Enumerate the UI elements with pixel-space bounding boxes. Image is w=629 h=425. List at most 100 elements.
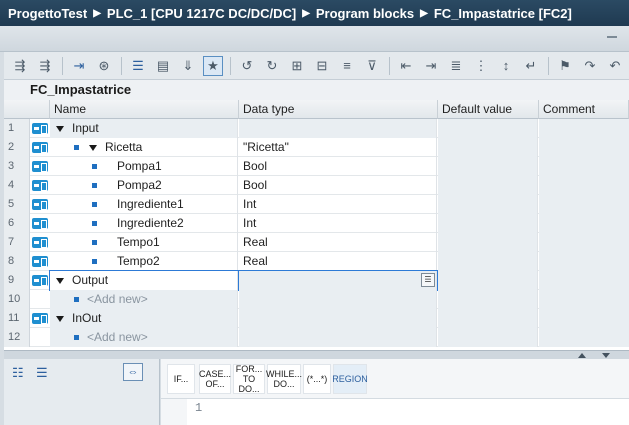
toggle-pane-icon[interactable]: ⇔ xyxy=(123,363,143,381)
table-row[interactable]: 6 Ingrediente2 Int xyxy=(4,214,629,233)
default-value-cell[interactable] xyxy=(438,328,538,347)
default-value-cell[interactable] xyxy=(438,290,538,309)
default-value-cell[interactable] xyxy=(438,271,538,290)
block-list-icon[interactable]: ▤ xyxy=(153,56,173,76)
column-header-name[interactable]: Name xyxy=(50,100,239,119)
default-value-cell[interactable] xyxy=(438,309,538,328)
data-type-cell[interactable] xyxy=(238,270,438,291)
comment-cell[interactable] xyxy=(539,119,629,138)
comment-cell[interactable] xyxy=(539,138,629,157)
table-row[interactable]: 11 InOut xyxy=(4,309,629,328)
sort-icon[interactable]: ↕ xyxy=(496,56,516,76)
outdent-icon[interactable]: ⇥ xyxy=(421,56,441,76)
palette-comment[interactable]: (*...*) xyxy=(303,364,331,394)
list-view-icon[interactable]: ☷ xyxy=(12,365,24,381)
palette-case[interactable]: CASE... OF... xyxy=(199,364,231,394)
indent-icon[interactable]: ⇤ xyxy=(396,56,416,76)
breadcrumb-project[interactable]: ProgettoTest xyxy=(8,6,87,21)
default-value-cell[interactable] xyxy=(438,214,538,233)
data-type-cell[interactable] xyxy=(239,309,437,328)
prev-bookmark-icon[interactable]: ↶ xyxy=(605,56,625,76)
default-value-cell[interactable] xyxy=(438,233,538,252)
name-cell[interactable]: Pompa1 xyxy=(50,157,238,176)
favorite-icon[interactable]: ★ xyxy=(203,55,223,76)
data-type-cell[interactable]: Int xyxy=(239,195,437,214)
table-row[interactable]: 9 Output ☰ xyxy=(4,270,629,291)
table-row[interactable]: 2 Ricetta "Ricetta" xyxy=(4,138,629,157)
format-icon[interactable]: ≡ xyxy=(337,56,357,76)
comment-cell[interactable] xyxy=(539,157,629,176)
tag-icon[interactable]: ⊞ xyxy=(287,56,307,76)
name-cell[interactable]: Pompa2 xyxy=(50,176,238,195)
collapse-up-icon[interactable] xyxy=(578,353,586,358)
filter-icon[interactable]: ⊽ xyxy=(362,56,382,76)
name-cell[interactable]: Input xyxy=(50,119,238,138)
name-cell[interactable]: Output xyxy=(49,270,239,291)
table-row[interactable]: 12 <Add new> xyxy=(4,328,629,347)
comment-cell[interactable] xyxy=(539,195,629,214)
name-cell[interactable]: <Add new> xyxy=(50,290,238,309)
comment-cell[interactable] xyxy=(539,252,629,271)
go-to-definition-icon[interactable]: ⇥ xyxy=(69,56,89,76)
default-value-cell[interactable] xyxy=(438,252,538,271)
table-row[interactable]: 4 Pompa2 Bool xyxy=(4,176,629,195)
data-type-cell[interactable]: Bool xyxy=(239,157,437,176)
column-header-data-type[interactable]: Data type xyxy=(239,100,438,119)
table-row[interactable]: 7 Tempo1 Real xyxy=(4,233,629,252)
wrap-icon[interactable]: ↵ xyxy=(521,56,541,76)
download-icon[interactable]: ⇓ xyxy=(178,56,198,76)
tree-view-icon[interactable]: ☰ xyxy=(36,365,48,381)
delete-network-icon[interactable]: ⇶ xyxy=(35,56,55,76)
name-cell[interactable]: Tempo2 xyxy=(50,252,238,271)
default-value-cell[interactable] xyxy=(438,119,538,138)
column-header-comment[interactable]: Comment xyxy=(539,100,629,119)
data-type-cell[interactable] xyxy=(239,119,437,138)
palette-for[interactable]: FOR... TO DO... xyxy=(233,364,265,394)
breadcrumb-program-blocks[interactable]: Program blocks xyxy=(316,6,414,21)
default-value-cell[interactable] xyxy=(438,195,538,214)
comment-cell[interactable] xyxy=(539,328,629,347)
type-picker-icon[interactable]: ☰ xyxy=(421,273,435,287)
table-row[interactable]: 1 Input xyxy=(4,119,629,138)
default-value-cell[interactable] xyxy=(438,138,538,157)
comment-cell[interactable] xyxy=(539,214,629,233)
expand-arrow-icon[interactable] xyxy=(56,315,64,322)
expand-arrow-icon[interactable] xyxy=(89,144,97,151)
default-value-cell[interactable] xyxy=(438,157,538,176)
breadcrumb-plc[interactable]: PLC_1 [CPU 1217C DC/DC/DC] xyxy=(107,6,296,21)
interface-icon[interactable]: ☰ xyxy=(128,56,148,76)
data-type-cell[interactable] xyxy=(239,328,437,347)
table-row[interactable]: 3 Pompa1 Bool xyxy=(4,157,629,176)
table-row[interactable]: 10 <Add new> xyxy=(4,290,629,309)
expand-arrow-icon[interactable] xyxy=(56,125,64,132)
comment-cell[interactable] xyxy=(539,290,629,309)
collapse-down-icon[interactable] xyxy=(602,353,610,358)
table-row[interactable]: 8 Tempo2 Real xyxy=(4,252,629,271)
data-type-cell[interactable]: "Ricetta" xyxy=(239,138,437,157)
splitter[interactable] xyxy=(4,350,629,359)
comment-cell[interactable] xyxy=(539,271,629,290)
expand-arrow-icon[interactable] xyxy=(56,277,64,284)
comment-cell[interactable] xyxy=(539,309,629,328)
data-type-cell[interactable]: Bool xyxy=(239,176,437,195)
palette-if[interactable]: IF... xyxy=(167,364,195,394)
align-icon[interactable]: ⋮ xyxy=(471,56,491,76)
breadcrumb-block[interactable]: FC_Impastatrice [FC2] xyxy=(434,6,572,21)
name-cell[interactable]: InOut xyxy=(50,309,238,328)
next-bookmark-icon[interactable]: ↷ xyxy=(580,56,600,76)
column-header-default-value[interactable]: Default value xyxy=(438,100,539,119)
insert-network-icon[interactable]: ⇶ xyxy=(10,56,30,76)
comment-cell[interactable] xyxy=(539,233,629,252)
minimize-icon[interactable] xyxy=(607,36,617,38)
callees-icon[interactable]: ↻ xyxy=(262,56,282,76)
default-value-cell[interactable] xyxy=(438,176,538,195)
table-row[interactable]: 5 Ingrediente1 Int xyxy=(4,195,629,214)
compare-icon[interactable]: ⊟ xyxy=(312,56,332,76)
name-cell[interactable]: Ricetta xyxy=(50,138,238,157)
name-cell[interactable]: Ingrediente1 xyxy=(50,195,238,214)
data-type-cell[interactable]: Real xyxy=(239,252,437,271)
callers-icon[interactable]: ↺ xyxy=(237,56,257,76)
palette-region[interactable]: REGION xyxy=(332,364,368,394)
name-cell[interactable]: <Add new> xyxy=(50,328,238,347)
data-type-cell[interactable]: Int xyxy=(239,214,437,233)
